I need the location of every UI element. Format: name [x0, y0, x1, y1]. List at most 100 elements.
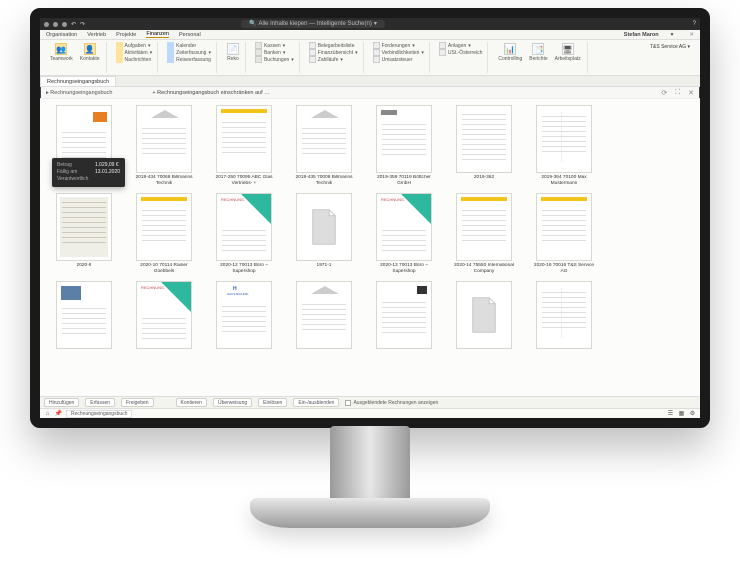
- menu-finanzen[interactable]: Finanzen: [146, 31, 169, 38]
- overview-icon: [309, 49, 316, 56]
- ribbon-nachrichten[interactable]: Nachrichten: [115, 56, 154, 63]
- chk-label: Ausgeblendete Rechnungen anzeigen: [353, 400, 438, 406]
- refresh-icon[interactable]: ⟳: [661, 89, 667, 97]
- ribbon-aktivitaeten[interactable]: Aktivitäten ▾: [115, 49, 154, 56]
- payables-icon: [373, 49, 380, 56]
- menu-projekte[interactable]: Projekte: [116, 32, 136, 38]
- document-card[interactable]: 2020-10 70114 Rainer Goebbels: [130, 193, 198, 277]
- document-card[interactable]: [290, 281, 358, 365]
- global-search[interactable]: 🔍 Alle Inhalte kiepen — Intelligente Suc…: [241, 20, 385, 28]
- home-icon[interactable]: ⌂: [44, 410, 51, 417]
- window-close-icon[interactable]: ✕: [689, 32, 694, 38]
- document-card[interactable]: RECHNUNG2020-12 70013 Büro – Supershop: [210, 193, 278, 277]
- action-bar: Hinzufügen Erfassen Freigeben Kontieren …: [40, 396, 700, 408]
- document-card[interactable]: [50, 281, 118, 365]
- ribbon-anlagen[interactable]: Anlagen ▾: [438, 42, 483, 49]
- ribbon-reiseerfassung[interactable]: Reiseerfassung: [166, 56, 212, 63]
- tooltip-key-resp: Verantwortlich: [57, 176, 95, 183]
- ribbon-kassen[interactable]: Kassen ▾: [254, 42, 295, 49]
- window-control-close[interactable]: [44, 22, 49, 27]
- ribbon-zeiterfassung[interactable]: Zeiterfassung ▾: [166, 49, 212, 56]
- document-card[interactable]: 2018-435 70008 Billmanns Technik: [290, 105, 358, 189]
- payrun-icon: [309, 56, 316, 63]
- ribbon-aufgaben[interactable]: Aufgaben ▾: [115, 42, 154, 49]
- checkbox-icon: [345, 400, 351, 406]
- document-card[interactable]: 1971-1: [290, 193, 358, 277]
- btn-kontieren[interactable]: Kontieren: [176, 398, 207, 407]
- app-window: ↶ ↷ 🔍 Alle Inhalte kiepen — Intelligente…: [30, 8, 710, 428]
- document-card[interactable]: 2018-434 70068 Billmanns Technik: [130, 105, 198, 189]
- document-card[interactable]: RECHNUNG2020-13 70013 Büro – Supershop: [370, 193, 438, 277]
- ribbon-banken[interactable]: Banken ▾: [254, 49, 295, 56]
- document-card[interactable]: [370, 281, 438, 365]
- ribbon-reko[interactable]: 📄Reko: [225, 42, 241, 63]
- menu-vertrieb[interactable]: Vertrieb: [87, 32, 106, 38]
- document-card[interactable]: 2017-250 70095 ABC Glas Vertriebs- +: [210, 105, 278, 189]
- ribbon-berichte[interactable]: 📑Berichte: [527, 42, 549, 63]
- ribbon-kontakte-label: Kontakte: [80, 56, 100, 62]
- btn-ueberweisung[interactable]: Überweisung: [213, 398, 252, 407]
- document-card[interactable]: 2020-14 75550 International Company: [450, 193, 518, 277]
- window-control-min[interactable]: [53, 22, 58, 27]
- tooltip-val-due: 13.01.2020: [95, 169, 120, 175]
- ribbon-arbeitsplatz-label: Arbeitsplatz: [555, 56, 581, 62]
- menu-personal[interactable]: Personal: [179, 32, 201, 38]
- receivables-icon: [373, 42, 380, 49]
- ribbon-finanzuebersicht[interactable]: Finanzübersicht ▾: [308, 49, 359, 56]
- ribbon-forderungen[interactable]: Forderungen ▾: [372, 42, 425, 49]
- document-gallery: 2017-207 70069 Nicolai Berhausen2018-434…: [40, 99, 700, 396]
- btn-freigeben[interactable]: Freigeben: [121, 398, 154, 407]
- ribbon-kontakte[interactable]: 👤Kontakte: [78, 42, 102, 63]
- pin-icon[interactable]: 📌: [55, 410, 62, 417]
- ribbon-ust-at[interactable]: USt.-Österreich: [438, 49, 483, 56]
- ribbon-verbindlichkeiten[interactable]: Verbindlichkeiten ▾: [372, 49, 425, 56]
- undo-icon[interactable]: ↶: [71, 21, 76, 28]
- list-view-icon[interactable]: ☰: [667, 410, 674, 417]
- ribbon-teamwork[interactable]: 👥Teamwork: [48, 42, 75, 63]
- grid-view-icon[interactable]: ▦: [678, 410, 685, 417]
- ribbon-kalender[interactable]: Kalender: [166, 42, 212, 49]
- controlling-icon: 📊: [504, 43, 516, 55]
- breadcrumb-label: Rechnungseingangsbuch: [50, 90, 112, 96]
- ribbon-finanzuebersicht-label: Finanzübersicht: [318, 50, 353, 56]
- activity-icon: [116, 49, 123, 56]
- ribbon-zahlaeufe[interactable]: Zahlläufe ▾: [308, 56, 359, 63]
- document-card[interactable]: 2019-362: [450, 105, 518, 189]
- window-control-max[interactable]: [62, 22, 67, 27]
- document-card[interactable]: [450, 281, 518, 365]
- document-card[interactable]: RECHNUNG: [130, 281, 198, 365]
- btn-einausblenden[interactable]: Ein-/ausblenden: [293, 398, 339, 407]
- document-card[interactable]: 2019-359 70119 Böttcher GmbH: [370, 105, 438, 189]
- ribbon-umsatzsteuer[interactable]: Umsatzsteuer: [372, 56, 425, 63]
- chk-ausgeblendete[interactable]: Ausgeblendete Rechnungen anzeigen: [345, 400, 438, 406]
- close-view-icon[interactable]: ✕: [688, 89, 694, 97]
- ribbon-belegarbeitsliste[interactable]: Belegarbeitsliste: [308, 42, 359, 49]
- ribbon-reko-label: Reko: [227, 56, 239, 62]
- document-card[interactable]: [530, 281, 598, 365]
- ribbon-controlling[interactable]: 📊Controlling: [496, 42, 524, 63]
- redo-icon[interactable]: ↷: [80, 21, 85, 28]
- btn-erfassen[interactable]: Erfassen: [85, 398, 115, 407]
- workplace-icon: 🖥: [562, 43, 574, 55]
- ribbon-arbeitsplatz[interactable]: 🖥Arbeitsplatz: [553, 42, 583, 63]
- help-icon[interactable]: ?: [693, 21, 696, 27]
- ribbon-buchungen[interactable]: Buchungen ▾: [254, 56, 295, 63]
- status-tab[interactable]: Rechnungseingangsbuch: [66, 410, 132, 418]
- company-selector[interactable]: T&S Service AG ▾: [644, 42, 696, 73]
- user-dropdown-icon[interactable]: ▾: [671, 32, 674, 38]
- document-card[interactable]: 2020-16 70016 T&S Service AG: [530, 193, 598, 277]
- current-user[interactable]: Stefan Maron: [624, 32, 659, 38]
- ribbon-anlagen-label: Anlagen: [448, 43, 466, 49]
- document-card[interactable]: 2019-364 70100 Max Mustermann: [530, 105, 598, 189]
- tab-rechnungseingangsbuch[interactable]: Rechnungseingangsbuch: [40, 76, 116, 86]
- btn-einloesen[interactable]: Einlösen: [258, 398, 287, 407]
- ribbon-controlling-label: Controlling: [498, 56, 522, 62]
- menu-organisation[interactable]: Organisation: [46, 32, 77, 38]
- filter-button[interactable]: + Rechnungseingangsbuch einschränken auf…: [152, 90, 269, 96]
- settings-icon[interactable]: ⚙: [689, 410, 696, 417]
- breadcrumb[interactable]: ▸ Rechnungseingangsbuch: [46, 90, 112, 96]
- maximize-icon[interactable]: ⛶: [675, 89, 680, 97]
- document-card[interactable]: 2020-9: [50, 193, 118, 277]
- btn-hinzufuegen[interactable]: Hinzufügen: [44, 398, 79, 407]
- document-card[interactable]: HHAUSTECHNIK: [210, 281, 278, 365]
